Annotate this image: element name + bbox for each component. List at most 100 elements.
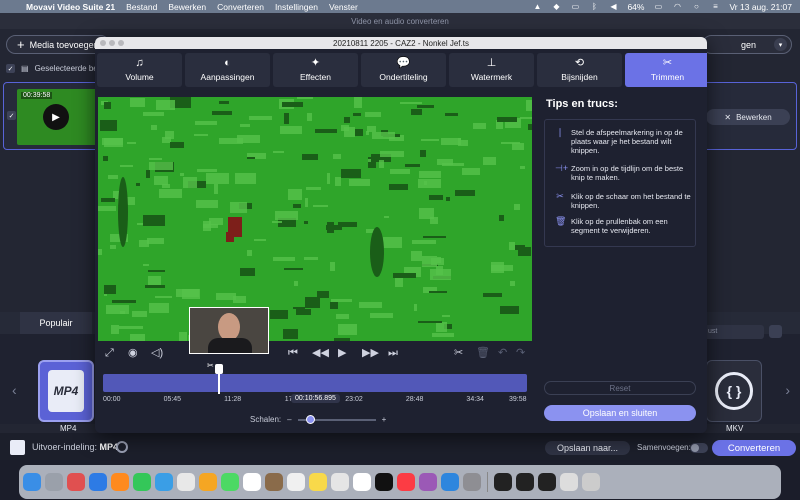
clock[interactable]: Vr 13 aug. 21:07 (729, 2, 792, 12)
zoom-slider[interactable] (297, 414, 376, 424)
warning-icon[interactable]: ▲ (532, 2, 542, 11)
select-all-checkbox[interactable]: ✓ (6, 64, 15, 73)
zoom-out-icon[interactable]: – (287, 415, 291, 424)
appstore-icon[interactable] (441, 473, 459, 491)
format-search-input[interactable]: ust (704, 325, 764, 339)
photos-icon[interactable] (199, 473, 217, 491)
music-icon[interactable] (397, 473, 415, 491)
battery-icon[interactable]: ▭ (653, 2, 663, 11)
tab-bijsnijden[interactable]: ⟲ Bijsnijden (537, 53, 622, 87)
undo-icon[interactable]: ↶ (498, 347, 507, 359)
edit-button[interactable]: ✕ Bewerken (706, 109, 790, 125)
tab-trimmen[interactable]: ✂ Trimmen (625, 53, 707, 87)
menu-bestand[interactable]: Bestand (126, 2, 157, 12)
macos-menu-bar: Movavi Video Suite 21 Bestand Bewerken C… (0, 0, 800, 13)
apple-menu-icon[interactable] (8, 2, 16, 11)
merge-toggle[interactable] (690, 443, 708, 453)
messages-icon[interactable] (133, 473, 151, 491)
freeform-icon[interactable] (331, 473, 349, 491)
dropbox-icon[interactable]: ◆ (551, 2, 561, 11)
menu-app-name[interactable]: Movavi Video Suite 21 (26, 2, 115, 12)
tab-volume[interactable]: ♫ Volume (97, 53, 182, 87)
convert-button[interactable]: Converteren (712, 440, 796, 456)
reminders-icon[interactable] (287, 473, 305, 491)
zoom-window-button[interactable] (118, 40, 124, 46)
wifi-icon[interactable]: ◠ (672, 2, 682, 11)
tab-ondertiteling[interactable]: 💬 Ondertiteling (361, 53, 446, 87)
contacts-icon[interactable] (265, 473, 283, 491)
playhead-marker-icon: ✂ (207, 361, 214, 370)
scissors-cut-icon[interactable]: ✂ (454, 347, 463, 359)
screen-icon[interactable]: ▭ (570, 2, 580, 11)
camera-icon[interactable]: ◉ (128, 347, 138, 359)
format-card-mkv[interactable]: { } (706, 360, 762, 422)
settings-icon[interactable] (463, 473, 481, 491)
tab-populair-label: Populair (39, 318, 73, 328)
menu-venster[interactable]: Venster (329, 2, 358, 12)
calendar-icon[interactable] (243, 473, 261, 491)
close-window-button[interactable] (100, 40, 106, 46)
file-thumbnail[interactable]: 00:39:58 ▶ (17, 89, 100, 145)
file-checkbox[interactable]: ✓ (7, 111, 16, 120)
volume-icon[interactable]: ◀ (608, 2, 618, 11)
firefox-icon[interactable] (111, 473, 129, 491)
save-and-close-button[interactable]: Opslaan en sluiten (544, 405, 696, 421)
facetime-icon[interactable] (221, 473, 239, 491)
movavi-converter-icon[interactable] (516, 473, 534, 491)
control-center-icon[interactable]: ≡ (710, 2, 720, 11)
menu-bewerken[interactable]: Bewerken (168, 2, 206, 12)
app-icon[interactable] (67, 473, 85, 491)
finder-icon[interactable] (23, 473, 41, 491)
trash-icon[interactable] (582, 473, 600, 491)
reset-button[interactable]: Reset (544, 381, 696, 395)
play-icon[interactable]: ▶ (43, 104, 69, 130)
format-label-mkv: MKV (726, 424, 744, 433)
minimize-window-button[interactable] (109, 40, 115, 46)
next-frame-icon[interactable]: ⏭ (388, 347, 398, 359)
movavi-editor-icon[interactable] (538, 473, 556, 491)
save-to-dropdown[interactable]: Opslaan naar... (545, 441, 630, 455)
prev-frame-icon[interactable]: ⏮ (288, 347, 298, 359)
playhead-handle[interactable] (215, 364, 224, 394)
tab-label: Trimmen (650, 72, 685, 82)
downloads-icon[interactable] (560, 473, 578, 491)
play-icon[interactable]: ▶ (338, 347, 346, 359)
zoom-slider-thumb[interactable] (305, 414, 315, 424)
speaker-icon[interactable]: ◁) (151, 347, 163, 359)
tab-watermerk[interactable]: ⊥ Watermerk (449, 53, 534, 87)
mail-icon[interactable] (155, 473, 173, 491)
movavi-icon[interactable] (494, 473, 512, 491)
video-preview[interactable] (98, 97, 532, 341)
bluetooth-icon[interactable]: ᛒ (589, 2, 599, 11)
trim-timeline[interactable] (103, 364, 527, 394)
podcasts-icon[interactable] (419, 473, 437, 491)
tab-populair[interactable]: Populair (20, 312, 92, 334)
add-media-label: Media toevoegen (29, 39, 99, 50)
notes-icon[interactable] (309, 473, 327, 491)
delete-segment-icon[interactable]: 🗑 (476, 347, 490, 359)
tab-effecten[interactable]: ✦ Effecten (273, 53, 358, 87)
tv-icon[interactable] (375, 473, 393, 491)
output-folder-dropdown[interactable]: gen ▾ (702, 35, 792, 54)
window-title: Video en audio converteren (351, 16, 449, 26)
forward-icon[interactable]: ▶▶ (362, 347, 379, 359)
scroll-right-icon[interactable]: › (785, 382, 790, 398)
launchpad-icon[interactable] (45, 473, 63, 491)
macos-dock (19, 465, 781, 499)
maps-icon[interactable] (177, 473, 195, 491)
format-card-mp4[interactable]: MP4 (38, 360, 94, 422)
gear-icon[interactable] (116, 441, 128, 453)
rewind-icon[interactable]: ◀◀ (312, 347, 329, 359)
zoom-in-icon[interactable]: + (382, 415, 387, 424)
fullscreen-icon[interactable]: ⤢ (105, 347, 114, 359)
redo-icon[interactable]: ↷ (516, 347, 525, 359)
scroll-left-icon[interactable]: ‹ (12, 382, 17, 398)
numbers-icon[interactable] (353, 473, 371, 491)
menu-instellingen[interactable]: Instellingen (275, 2, 318, 12)
menu-converteren[interactable]: Converteren (217, 2, 264, 12)
tab-aanpassingen[interactable]: ◐ Aanpassingen (185, 53, 270, 87)
format-settings-icon[interactable] (769, 325, 782, 338)
spotlight-icon[interactable]: ○ (691, 2, 701, 11)
safari-icon[interactable] (89, 473, 107, 491)
timeline-tick-label: 39:58 (509, 396, 527, 403)
